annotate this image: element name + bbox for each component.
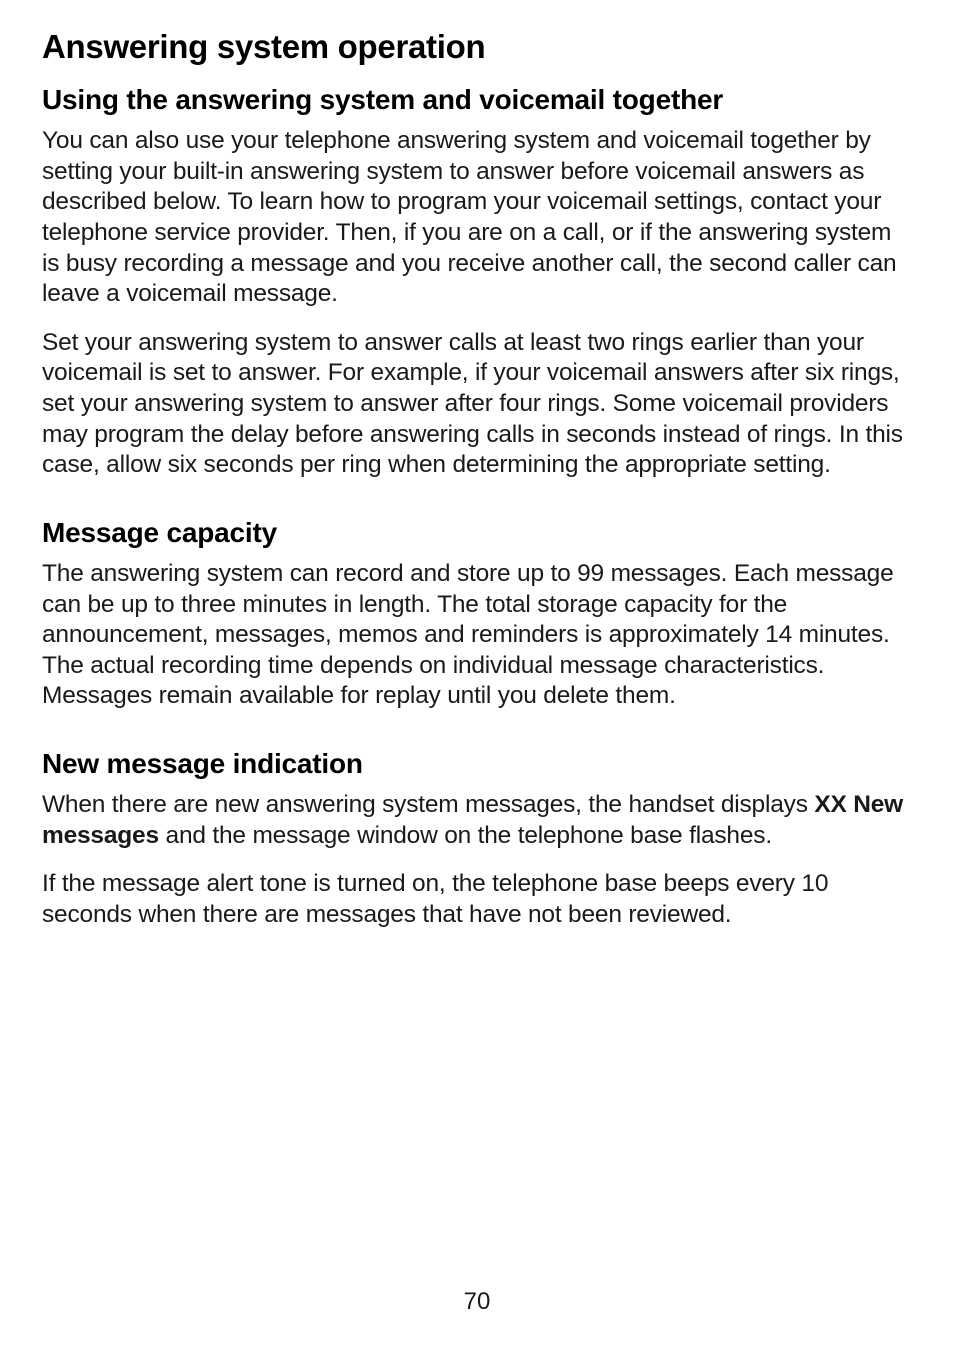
section-heading-new-message-indication: New message indication xyxy=(42,748,912,780)
paragraph-message-capacity: The answering system can record and stor… xyxy=(42,559,912,712)
page-title: Answering system operation xyxy=(42,28,912,66)
text-before-bold: When there are new answering system mess… xyxy=(42,791,814,818)
paragraph-voicemail-together-2: Set your answering system to answer call… xyxy=(42,328,912,481)
paragraph-new-message-indication-2: If the message alert tone is turned on, … xyxy=(42,869,912,930)
paragraph-new-message-indication-1: When there are new answering system mess… xyxy=(42,790,912,851)
section-heading-voicemail-together: Using the answering system and voicemail… xyxy=(42,84,912,116)
paragraph-voicemail-together-1: You can also use your telephone answerin… xyxy=(42,126,912,310)
section-heading-message-capacity: Message capacity xyxy=(42,517,912,549)
text-after-bold: and the message window on the telephone … xyxy=(159,822,772,849)
page-number: 70 xyxy=(0,1288,954,1316)
